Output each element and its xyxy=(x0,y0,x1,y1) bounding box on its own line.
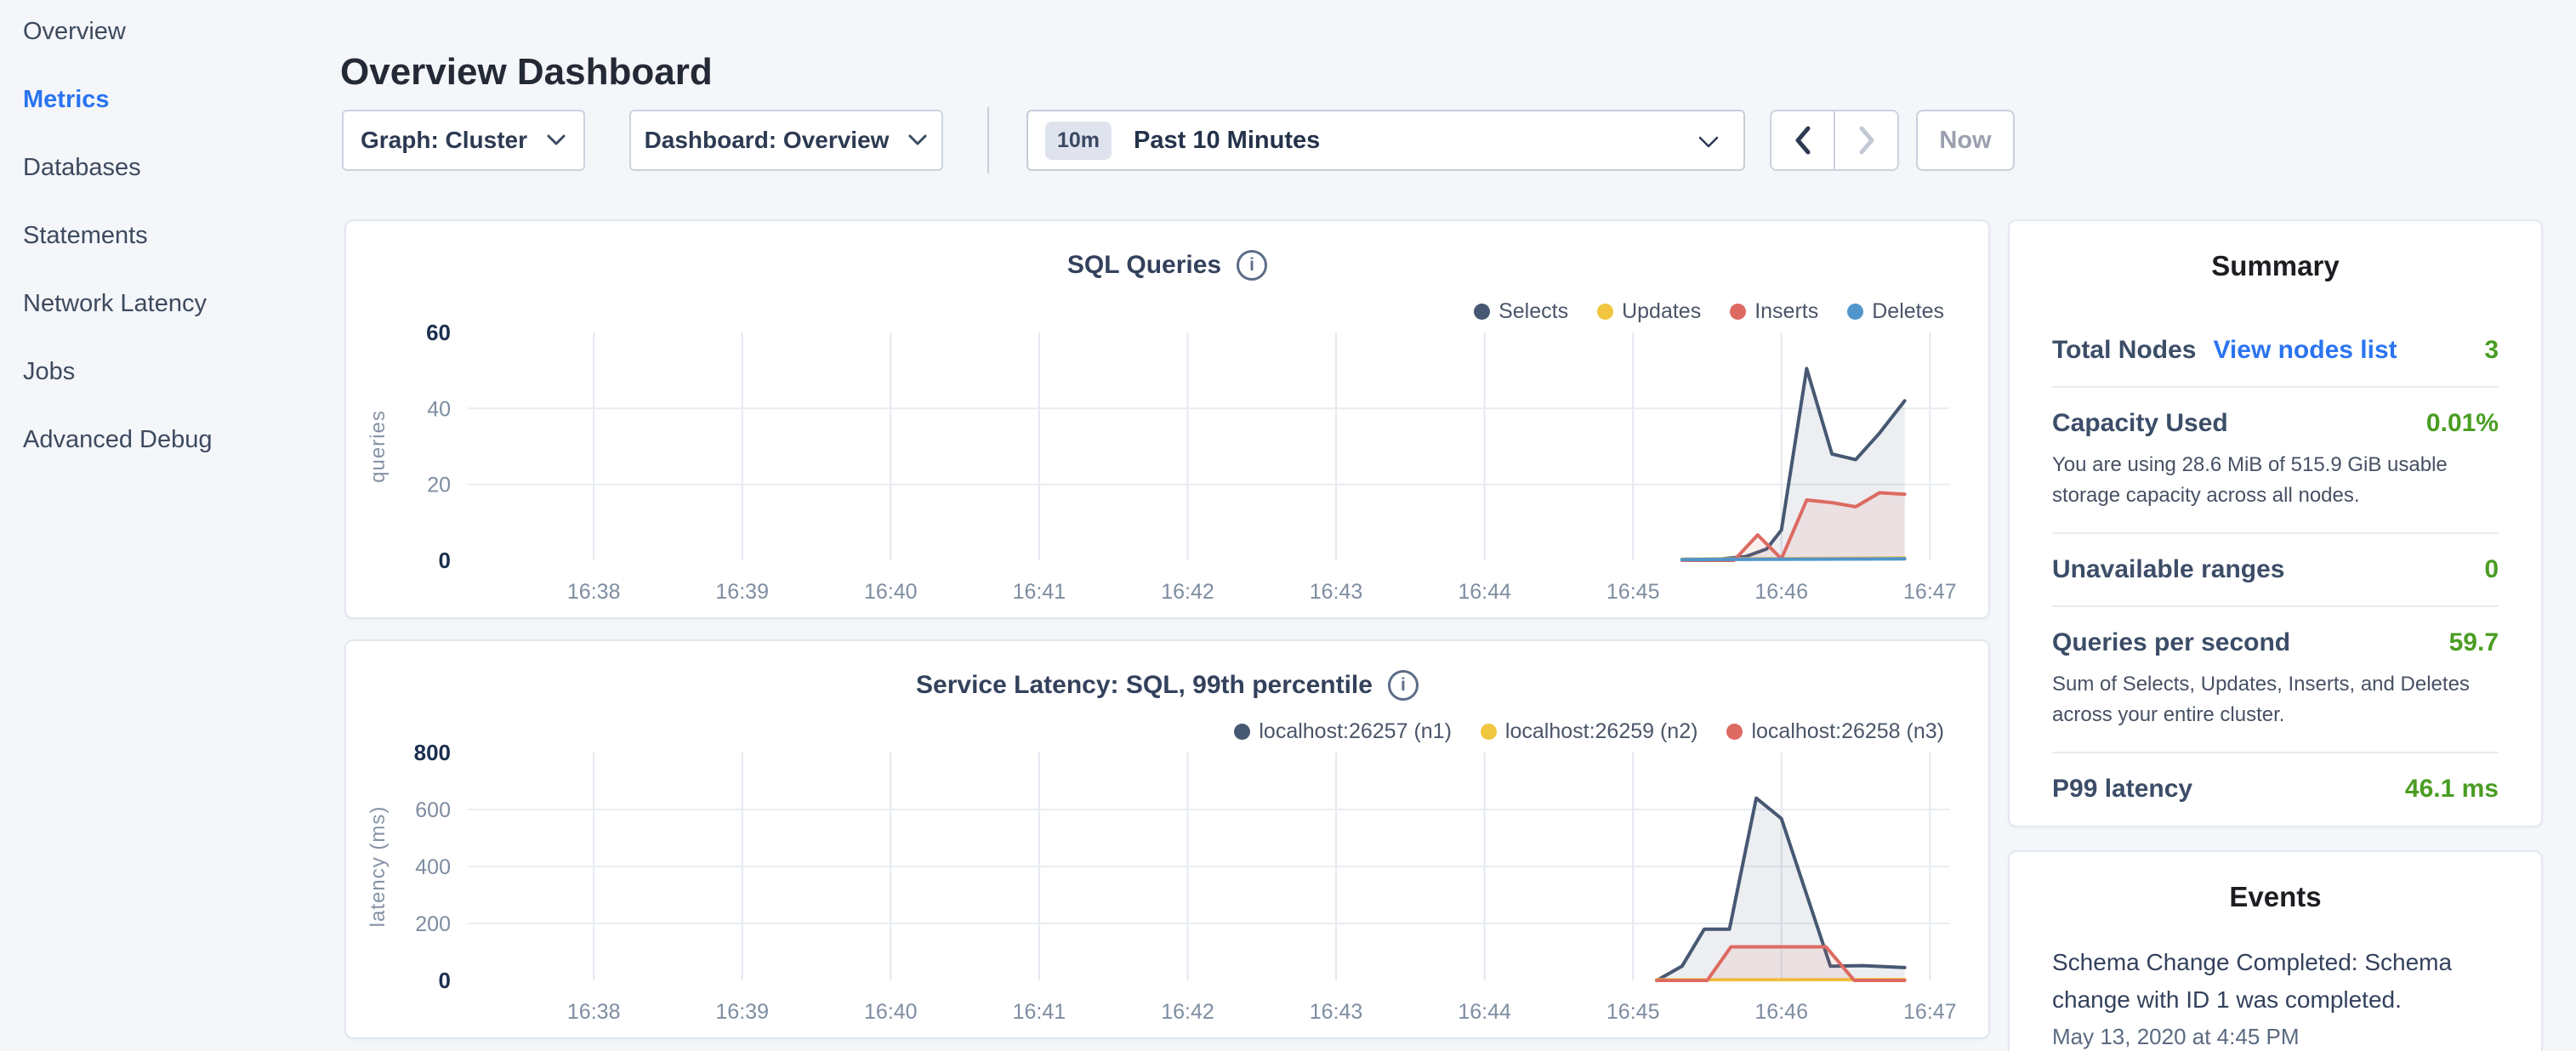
svg-text:800: 800 xyxy=(414,740,451,765)
event-item-timestamp: May 13, 2020 at 4:45 PM xyxy=(2052,1024,2499,1050)
svg-text:16:46: 16:46 xyxy=(1754,580,1808,604)
summary-row-total-nodes: Total Nodes View nodes list 3 xyxy=(2052,315,2499,386)
toolbar: Graph: Cluster Dashboard: Overview 10m P… xyxy=(342,110,2015,171)
svg-text:16:40: 16:40 xyxy=(864,580,918,604)
time-window-badge: 10m xyxy=(1045,122,1112,160)
svg-text:latency (ms): latency (ms) xyxy=(367,806,390,928)
summary-label: P99 latency xyxy=(2052,775,2192,804)
service-latency-chart-card: Service Latency: SQL, 99th percentile i … xyxy=(344,639,1990,1039)
events-panel: Events Schema Change Completed: Schema c… xyxy=(2008,850,2543,1051)
summary-value: 46.1 ms xyxy=(2405,775,2499,804)
svg-text:16:38: 16:38 xyxy=(567,580,621,604)
chevron-left-icon xyxy=(1794,125,1812,156)
svg-text:16:43: 16:43 xyxy=(1310,1000,1363,1024)
summary-value: 3 xyxy=(2484,336,2499,365)
svg-text:40: 40 xyxy=(427,397,451,421)
summary-row-queries-per-second: Queries per second 59.7 Sum of Selects, … xyxy=(2052,605,2499,752)
summary-panel: Summary Total Nodes View nodes list 3 Ca… xyxy=(2008,219,2543,827)
sidebar-item-overview[interactable]: Overview xyxy=(0,17,340,46)
chevron-down-icon xyxy=(1697,134,1720,150)
info-icon[interactable]: i xyxy=(1237,250,1267,281)
svg-text:16:39: 16:39 xyxy=(715,580,769,604)
chart-title: Service Latency: SQL, 99th percentile xyxy=(916,671,1373,700)
event-item-text: Schema Change Completed: Schema change w… xyxy=(2052,944,2499,1019)
summary-description: Sum of Selects, Updates, Inserts, and De… xyxy=(2052,669,2499,730)
svg-text:16:41: 16:41 xyxy=(1013,1000,1066,1024)
time-range-prev-button[interactable] xyxy=(1771,111,1835,169)
svg-text:16:38: 16:38 xyxy=(567,1000,621,1024)
sidebar-item-network-latency[interactable]: Network Latency xyxy=(0,289,340,318)
svg-text:600: 600 xyxy=(415,798,451,822)
sql-queries-line-chart[interactable]: 16:38 16:39 16:40 16:41 16:42 16:43 16:44 16:45… xyxy=(350,316,1975,610)
svg-text:16:44: 16:44 xyxy=(1458,580,1511,604)
summary-description: You are using 28.6 MiB of 515.9 GiB usab… xyxy=(2052,450,2499,511)
toolbar-divider xyxy=(987,107,989,173)
service-latency-line-chart[interactable]: 16:38 16:39 16:40 16:41 16:42 16:43 16:44 16:45… xyxy=(350,736,1975,1030)
svg-text:0: 0 xyxy=(439,548,451,573)
dashboard-dropdown-label: Dashboard: Overview xyxy=(645,127,890,154)
summary-row-p99-latency: P99 latency 46.1 ms xyxy=(2052,752,2499,825)
dashboard-dropdown[interactable]: Dashboard: Overview xyxy=(629,110,943,171)
svg-text:16:44: 16:44 xyxy=(1458,1000,1511,1024)
summary-label: Unavailable ranges xyxy=(2052,555,2284,584)
svg-text:16:45: 16:45 xyxy=(1606,1000,1660,1024)
svg-text:16:43: 16:43 xyxy=(1310,580,1363,604)
svg-text:16:47: 16:47 xyxy=(1903,1000,1957,1024)
summary-value: 0.01% xyxy=(2426,409,2499,438)
svg-text:20: 20 xyxy=(427,474,451,497)
time-range-label: Past 10 Minutes xyxy=(1134,127,1320,155)
svg-text:16:40: 16:40 xyxy=(864,1000,918,1024)
sidebar: Overview Metrics Databases Statements Ne… xyxy=(0,0,340,1051)
time-range-next-button[interactable] xyxy=(1835,111,1897,169)
svg-text:200: 200 xyxy=(415,912,451,936)
chevron-right-icon xyxy=(1857,125,1876,156)
summary-row-unavailable-ranges: Unavailable ranges 0 xyxy=(2052,532,2499,605)
sidebar-item-databases[interactable]: Databases xyxy=(0,153,340,182)
svg-text:16:42: 16:42 xyxy=(1161,1000,1214,1024)
svg-text:16:42: 16:42 xyxy=(1161,580,1214,604)
sidebar-item-statements[interactable]: Statements xyxy=(0,221,340,250)
page-title: Overview Dashboard xyxy=(340,50,713,94)
summary-heading: Summary xyxy=(2052,250,2499,282)
summary-value: 0 xyxy=(2484,555,2499,584)
chart-title: SQL Queries xyxy=(1067,251,1221,280)
svg-text:400: 400 xyxy=(415,855,451,879)
sidebar-item-metrics[interactable]: Metrics xyxy=(0,85,340,114)
time-range-dropdown[interactable]: 10m Past 10 Minutes xyxy=(1026,110,1745,171)
svg-text:16:39: 16:39 xyxy=(715,1000,769,1024)
chevron-down-icon xyxy=(907,134,928,147)
svg-text:queries: queries xyxy=(367,410,390,483)
svg-text:16:46: 16:46 xyxy=(1754,1000,1808,1024)
summary-row-capacity-used: Capacity Used 0.01% You are using 28.6 M… xyxy=(2052,386,2499,532)
summary-label: Queries per second xyxy=(2052,628,2290,657)
chevron-down-icon xyxy=(546,134,566,147)
view-nodes-list-link[interactable]: View nodes list xyxy=(2213,336,2397,365)
graph-source-dropdown-label: Graph: Cluster xyxy=(361,127,527,154)
summary-label: Capacity Used xyxy=(2052,409,2228,438)
svg-text:16:45: 16:45 xyxy=(1606,580,1660,604)
events-heading: Events xyxy=(2052,881,2499,913)
svg-text:60: 60 xyxy=(426,320,451,345)
app-root: Overview Metrics Databases Statements Ne… xyxy=(0,0,2576,1051)
svg-text:16:47: 16:47 xyxy=(1903,580,1957,604)
summary-label: Total Nodes xyxy=(2052,336,2196,365)
svg-text:16:41: 16:41 xyxy=(1013,580,1066,604)
now-button[interactable]: Now xyxy=(1916,110,2015,171)
summary-value: 59.7 xyxy=(2449,628,2499,657)
sidebar-item-jobs[interactable]: Jobs xyxy=(0,357,340,386)
time-range-pager xyxy=(1770,110,1899,171)
sql-queries-chart-card: SQL Queries i Selects Updates Inserts De… xyxy=(344,219,1990,619)
svg-text:0: 0 xyxy=(439,968,451,993)
info-icon[interactable]: i xyxy=(1388,670,1419,701)
sidebar-item-advanced-debug[interactable]: Advanced Debug xyxy=(0,425,340,454)
graph-source-dropdown[interactable]: Graph: Cluster xyxy=(342,110,585,171)
